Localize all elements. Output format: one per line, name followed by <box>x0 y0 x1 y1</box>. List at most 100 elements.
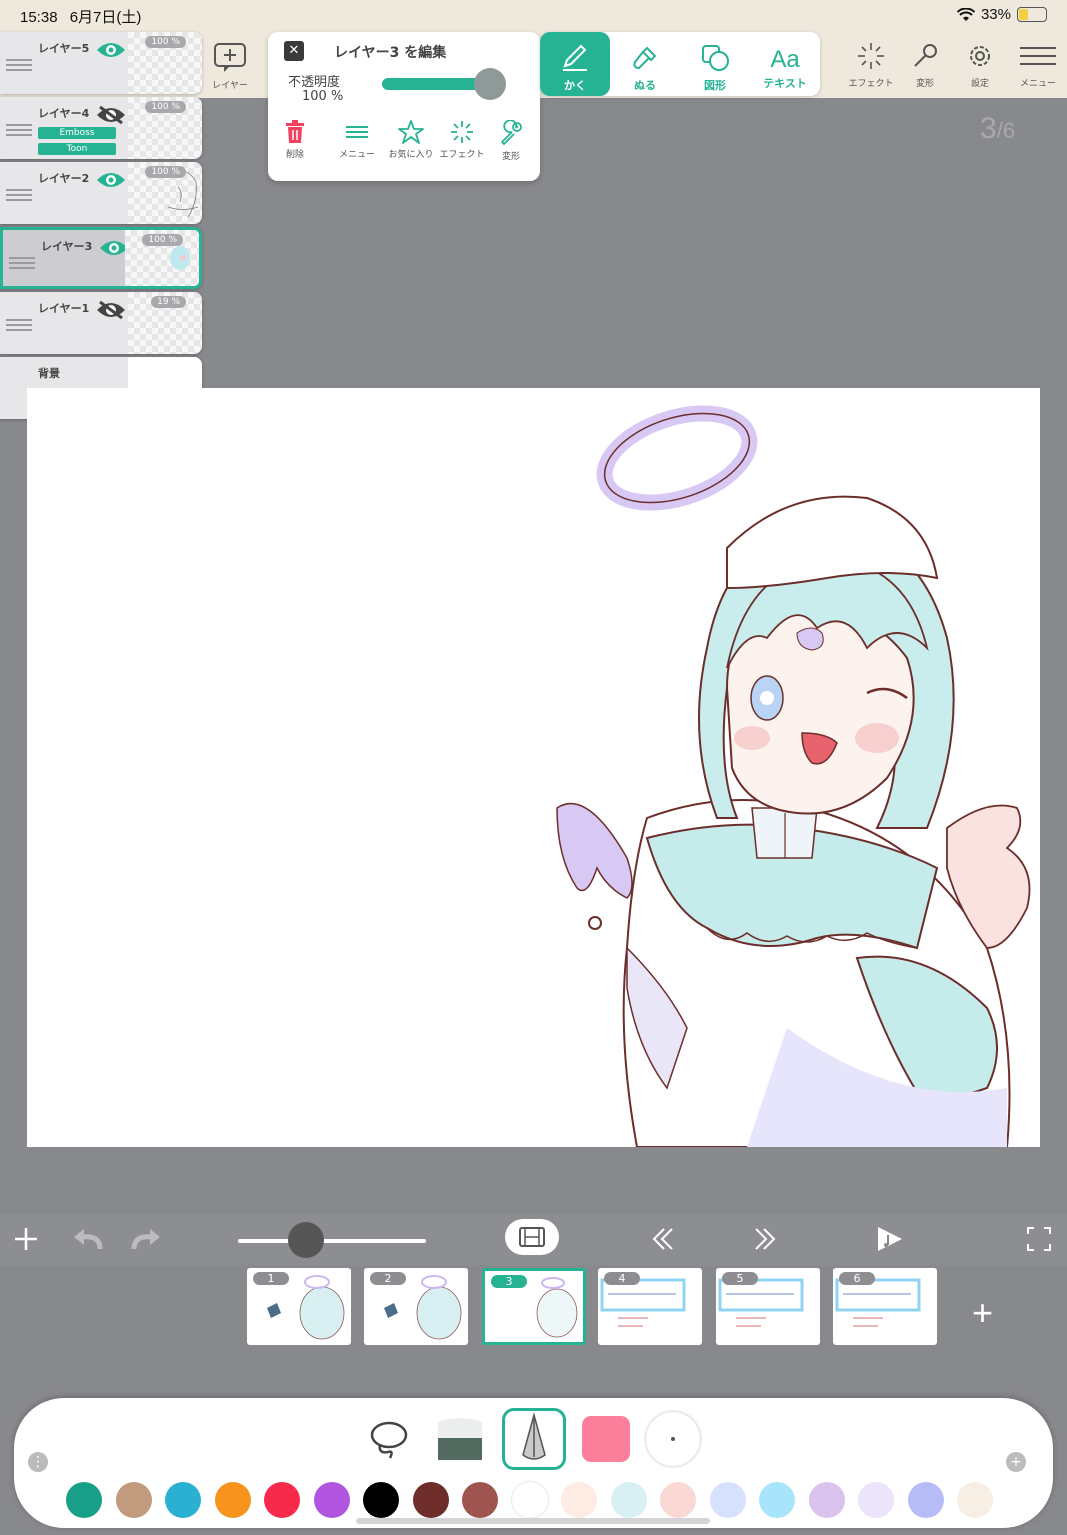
current-color-button[interactable] <box>574 1408 638 1470</box>
draw-tool-button[interactable]: かく <box>540 32 610 96</box>
effect-button[interactable]: エフェクト <box>435 120 489 160</box>
menu-button[interactable]: メニュー <box>330 120 384 160</box>
layer-row[interactable]: レイヤー5 100 % <box>0 32 202 94</box>
main-menu-button[interactable]: メニュー <box>1013 42 1063 89</box>
brush-size-slider[interactable] <box>238 1239 426 1243</box>
drag-handle[interactable] <box>6 121 32 139</box>
frame-thumbnail[interactable]: 4 <box>598 1268 702 1345</box>
shape-tool-button[interactable]: 図形 <box>680 32 750 96</box>
eye-icon[interactable] <box>96 170 126 190</box>
color-swatch[interactable] <box>660 1482 696 1518</box>
frame-thumbnail[interactable]: 6 <box>833 1268 937 1345</box>
lasso-icon <box>370 1421 408 1459</box>
drag-handle[interactable] <box>6 56 32 74</box>
gear-icon <box>970 46 990 66</box>
layer-row[interactable]: レイヤー4 Emboss Toon 100 % <box>0 97 202 159</box>
drag-handle[interactable] <box>9 254 35 272</box>
fullscreen-icon[interactable] <box>1026 1225 1052 1253</box>
frame-thumbnail[interactable]: 5 <box>716 1268 820 1345</box>
text-tool-button[interactable]: Aa テキスト <box>750 32 820 96</box>
next-frame-icon[interactable] <box>750 1225 780 1253</box>
tool-palette: ⋮ + <box>14 1398 1053 1528</box>
layer-name: レイヤー1 <box>38 302 90 315</box>
hamburger-icon <box>346 126 368 138</box>
pen-nib-icon <box>522 1412 546 1460</box>
play-icon[interactable] <box>874 1225 904 1253</box>
add-color-icon[interactable]: + <box>1006 1452 1026 1472</box>
settings-button[interactable]: 設定 <box>955 42 1005 89</box>
color-swatch[interactable] <box>165 1482 201 1518</box>
color-swatch[interactable] <box>709 1482 746 1518</box>
frame-thumbnail-selected[interactable]: 3 <box>482 1268 586 1345</box>
tool-label: 図形 <box>704 79 726 92</box>
layer-name: レイヤー4 <box>38 107 90 120</box>
transform-menu-button[interactable]: 変形 <box>900 42 950 89</box>
eraser-tool-button[interactable] <box>428 1408 492 1470</box>
status-bar: 15:38 6月7日(土) 33% <box>0 0 1067 30</box>
transform-button[interactable]: 変形 <box>484 120 538 162</box>
film-button[interactable] <box>505 1219 559 1255</box>
color-swatch[interactable] <box>462 1482 498 1518</box>
eye-hidden-icon[interactable] <box>96 105 126 125</box>
undo-icon[interactable] <box>72 1225 104 1253</box>
color-swatch[interactable] <box>610 1482 647 1518</box>
frame-thumbnail[interactable]: 2 <box>364 1268 468 1345</box>
color-swatch[interactable] <box>957 1482 993 1518</box>
layer-name: レイヤー3 <box>41 240 93 253</box>
trash-icon <box>286 120 304 143</box>
color-swatch[interactable] <box>313 1482 350 1518</box>
drag-handle[interactable] <box>6 186 32 204</box>
color-swatch[interactable] <box>214 1482 251 1518</box>
brush-size-knob[interactable] <box>288 1222 324 1258</box>
color-swatch[interactable] <box>115 1482 152 1518</box>
drawing-canvas[interactable] <box>27 388 1040 1147</box>
layer-name: レイヤー5 <box>38 42 90 55</box>
sparkle-icon <box>451 121 473 143</box>
eye-icon[interactable] <box>96 40 126 60</box>
pen-tool-button[interactable] <box>502 1408 566 1470</box>
color-swatch[interactable] <box>759 1482 795 1518</box>
color-swatch[interactable] <box>363 1482 399 1518</box>
delete-button[interactable]: 削除 <box>268 120 322 160</box>
color-swatch[interactable] <box>907 1482 944 1518</box>
color-swatch[interactable] <box>808 1482 845 1518</box>
opacity-slider-track[interactable] <box>382 78 488 90</box>
frame-thumbnail[interactable]: 1 <box>247 1268 351 1345</box>
opacity-slider-knob[interactable] <box>474 68 506 100</box>
color-swatch[interactable] <box>561 1482 597 1518</box>
color-swatch[interactable] <box>66 1482 102 1518</box>
hamburger-icon <box>1020 47 1056 65</box>
layer-row[interactable]: レイヤー1 19 % <box>0 292 202 354</box>
tool-label: お気に入り <box>388 150 434 160</box>
tool-label: エフェクト <box>848 79 894 89</box>
film-icon <box>519 1227 545 1247</box>
color-swatch[interactable] <box>511 1482 548 1518</box>
lasso-tool-button[interactable] <box>356 1408 420 1470</box>
favorite-button[interactable]: お気に入り <box>384 120 438 160</box>
color-swatch[interactable] <box>858 1482 894 1518</box>
layer-opacity: 19 % <box>151 296 186 308</box>
add-layer-button[interactable]: レイヤー <box>210 42 250 91</box>
layer-row-selected[interactable]: レイヤー3 100 % <box>0 227 202 289</box>
eye-hidden-icon[interactable] <box>96 300 126 320</box>
effect-menu-button[interactable]: エフェクト <box>846 42 896 89</box>
palette-info-icon[interactable]: ⋮ <box>28 1452 48 1472</box>
add-icon[interactable] <box>12 1225 40 1253</box>
close-button[interactable]: ✕ <box>284 41 304 61</box>
color-swatch[interactable] <box>264 1482 300 1518</box>
add-frame-button[interactable]: + <box>972 1292 993 1334</box>
fill-tool-button[interactable]: ぬる <box>610 32 680 96</box>
layer-row[interactable]: レイヤー2 100 % <box>0 162 202 224</box>
text-glyph-icon: Aa <box>770 46 800 73</box>
frame-number: 5 <box>722 1272 758 1285</box>
redo-icon[interactable] <box>130 1225 162 1253</box>
tool-label: メニュー <box>338 150 375 160</box>
brush-size-button[interactable] <box>642 1408 706 1470</box>
color-swatch[interactable] <box>412 1482 449 1518</box>
layer-opacity: 100 % <box>142 234 183 246</box>
layer-name: レイヤー2 <box>38 172 90 185</box>
character-illustration <box>556 405 1031 1147</box>
prev-frame-icon[interactable] <box>648 1225 678 1253</box>
drag-handle[interactable] <box>6 316 32 334</box>
tool-label: ぬる <box>634 79 656 92</box>
